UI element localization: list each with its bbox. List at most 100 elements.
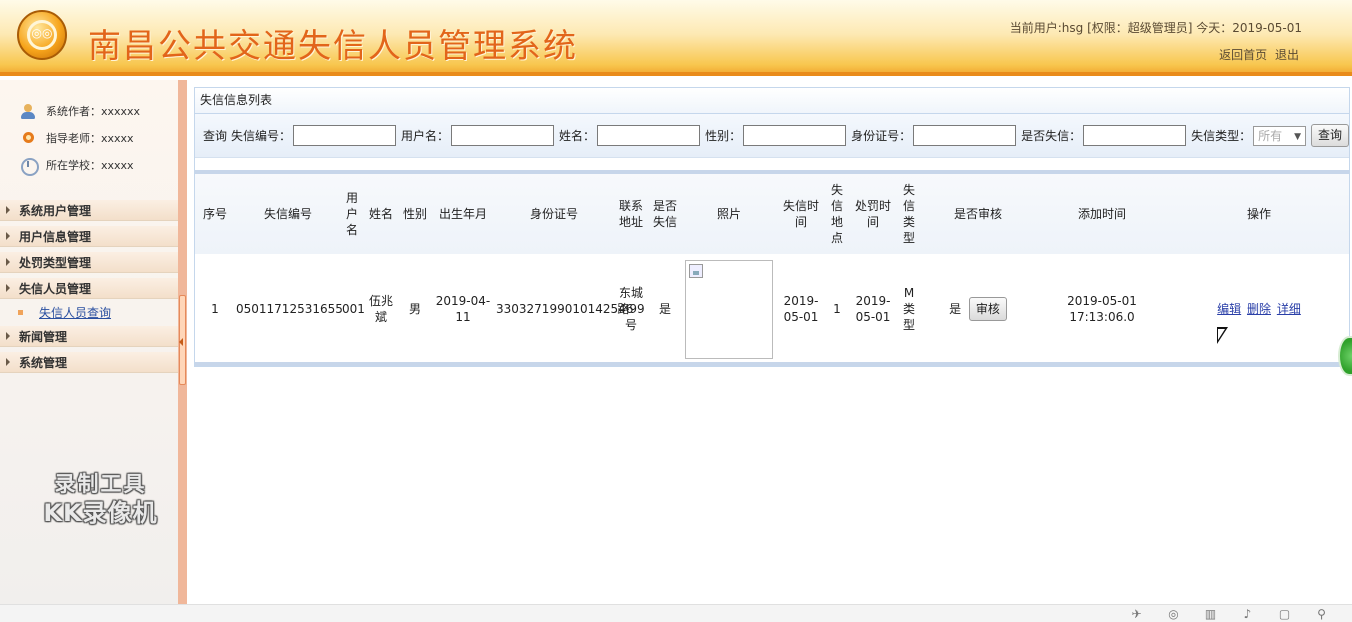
menu-label: 失信人员管理: [19, 281, 92, 296]
col-audited: 是否审核: [953, 207, 1002, 221]
delete-link[interactable]: 删除: [1247, 302, 1271, 316]
cell-ops: 编辑 删除 详细: [1169, 254, 1349, 364]
menu-dishonest-persons[interactable]: 失信人员管理: [0, 278, 178, 299]
author-info: 系统作者：xxxxxx: [20, 102, 140, 120]
audit-button[interactable]: 审核: [968, 297, 1007, 321]
search-icon[interactable]: ⚲: [1303, 607, 1340, 621]
edit-link[interactable]: 编辑: [1217, 302, 1241, 316]
dishonest-list-panel: 失信信息列表 查询 失信编号： 用户名： 姓名： 性别： 身份证号： 是否失信：…: [194, 87, 1350, 367]
menu-label: 系统管理: [19, 355, 68, 370]
caret-right-icon: [6, 358, 10, 366]
cell-name: 伍兆斌: [368, 294, 393, 324]
volume-icon[interactable]: ♪: [1229, 607, 1266, 621]
panel-title: 失信信息列表: [195, 88, 1349, 114]
cell-photo: [681, 254, 777, 364]
author-label: 系统作者：xxxxxx: [46, 105, 141, 118]
col-birth: 出生年月: [438, 207, 487, 221]
school-label: 所在学校：xxxxx: [46, 159, 134, 172]
mouse-cursor-icon: [1217, 327, 1228, 344]
col-added-time: 添加时间: [1077, 207, 1126, 221]
name-label: 姓名：: [559, 129, 596, 143]
trash-icon[interactable]: ▥: [1192, 607, 1229, 621]
school-icon: [20, 157, 39, 176]
dishonest-table: 序号 失信编号 用户名 姓名 性别 出生年月 身份证号 联系地址 是否失信 照片…: [195, 174, 1349, 364]
floating-widget-icon[interactable]: [1338, 336, 1352, 376]
cell-username: 001: [342, 302, 365, 316]
cell-dishonest-time: 2019-05-01: [783, 294, 819, 324]
gender-input[interactable]: [743, 125, 847, 146]
app-header: ◎◎ 南昌公共交通失信人员管理系统 当前用户:hsg [权限：超级管理员] 今天…: [0, 0, 1352, 76]
header-links: 返回首页 退出: [1215, 46, 1299, 63]
search-prefix: 查询: [203, 129, 228, 143]
watermark-line2: KK录像机: [43, 499, 158, 527]
broken-image-icon: [689, 263, 703, 278]
cell-address: 东城路99号: [617, 286, 645, 332]
col-ops: 操作: [1246, 207, 1271, 221]
app-title: 南昌公共交通失信人员管理系统: [88, 26, 578, 65]
idcard-input[interactable]: [913, 125, 1017, 146]
logo-icon: ◎◎: [17, 10, 67, 60]
cell-place: 1: [833, 302, 841, 316]
cell-added-time: 2019-05-01 17:13:06.0: [1067, 294, 1137, 324]
menu-punish-types[interactable]: 处罚类型管理: [0, 252, 178, 273]
search-bar: 查询 失信编号： 用户名： 姓名： 性别： 身份证号： 是否失信： 失信类型： …: [195, 114, 1349, 158]
type-label: 失信类型：: [1191, 129, 1252, 143]
sidebar: 系统作者：xxxxxx 指导老师：xxxxx 所在学校：xxxxx 系统用户管理…: [0, 80, 178, 604]
toolbar-icons: ✈ ◎ ▥ ♪ ▢ ⚲: [1118, 607, 1340, 621]
col-type: 失信类型: [902, 183, 915, 245]
table-bottom-rule: [195, 362, 1349, 366]
cell-birth: 2019-04-11: [435, 294, 491, 324]
type-select[interactable]: 所有 ▼: [1253, 125, 1306, 146]
query-button[interactable]: 查询: [1310, 124, 1349, 147]
menu-system[interactable]: 系统管理: [0, 352, 178, 373]
teacher-icon: [20, 131, 37, 146]
sidebar-splitter[interactable]: [178, 80, 187, 604]
col-name: 姓名: [368, 207, 393, 221]
teacher-info: 指导老师：xxxxx: [20, 129, 134, 147]
username-label: 用户名：: [401, 129, 450, 143]
home-link[interactable]: 返回首页: [1219, 48, 1267, 62]
menu-user-info[interactable]: 用户信息管理: [0, 226, 178, 247]
cell-idcard: 330327199010142546: [496, 302, 634, 316]
logout-link[interactable]: 退出: [1275, 48, 1299, 62]
idcard-label: 身份证号：: [851, 129, 912, 143]
bullet-icon: [18, 309, 23, 315]
col-gender: 性别: [402, 207, 427, 221]
col-photo: 照片: [716, 207, 741, 221]
submenu-dishonest-query[interactable]: 失信人员查询: [18, 303, 111, 321]
dishonest-label: 是否失信：: [1021, 129, 1082, 143]
cell-audited: 是 审核: [921, 254, 1035, 364]
code-label: 失信编号：: [231, 129, 292, 143]
dishonest-input[interactable]: [1083, 125, 1187, 146]
recorder-toolbar: ✈ ◎ ▥ ♪ ▢ ⚲: [0, 604, 1352, 622]
col-idcard: 身份证号: [529, 207, 578, 221]
cell-index: 1: [211, 302, 219, 316]
table-row: 1 05011712531655 001 伍兆斌 男 2019-04-11 33…: [195, 254, 1349, 364]
username-input[interactable]: [451, 125, 555, 146]
school-info: 所在学校：xxxxx: [20, 156, 134, 176]
window-icon[interactable]: ▢: [1266, 607, 1303, 621]
caret-down-icon: [6, 284, 10, 292]
menu-system-users[interactable]: 系统用户管理: [0, 200, 178, 221]
gender-label: 性别：: [705, 129, 742, 143]
detail-link[interactable]: 详细: [1277, 302, 1301, 316]
caret-right-icon: [6, 332, 10, 340]
caret-right-icon: [6, 206, 10, 214]
menu-label: 系统用户管理: [19, 203, 92, 218]
menu-news[interactable]: 新闻管理: [0, 326, 178, 347]
current-user-info: 当前用户:hsg [权限：超级管理员] 今天：2019-05-01: [1009, 21, 1302, 35]
col-dishonest-time: 失信时间: [782, 199, 819, 229]
name-input[interactable]: [597, 125, 701, 146]
browser-icon[interactable]: ◎: [1155, 607, 1192, 621]
cell-punish-time: 2019-05-01: [855, 294, 891, 324]
header-divider: [0, 72, 1352, 76]
rocket-icon[interactable]: ✈: [1118, 607, 1155, 621]
menu-label: 处罚类型管理: [19, 255, 92, 270]
photo-placeholder: [685, 259, 773, 359]
code-input[interactable]: [293, 125, 397, 146]
type-select-value: 所有: [1258, 128, 1283, 143]
col-code: 失信编号: [263, 207, 312, 221]
collapse-arrow-icon: [179, 338, 183, 346]
cell-type: M类型: [902, 286, 915, 332]
teacher-label: 指导老师：xxxxx: [46, 132, 134, 145]
